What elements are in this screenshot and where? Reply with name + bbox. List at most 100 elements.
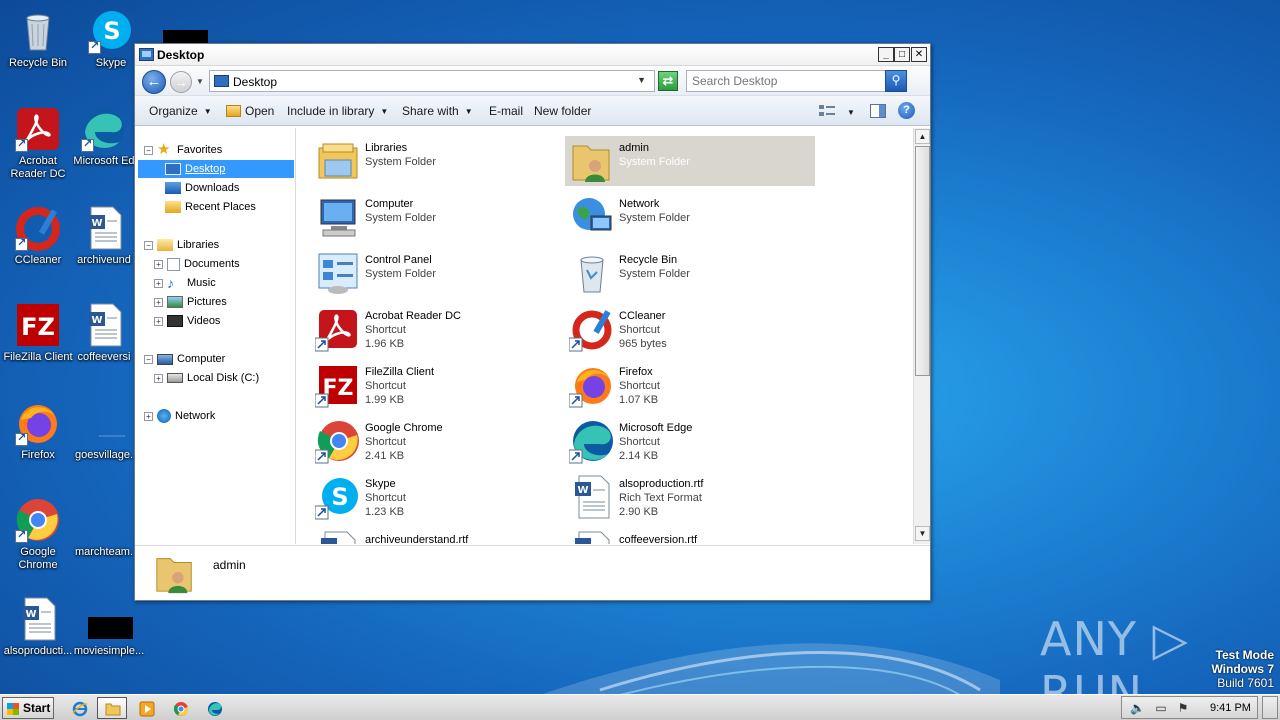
minimize-button[interactable]: _ (878, 47, 894, 62)
vertical-scrollbar[interactable]: ▲ ▼ (913, 128, 930, 544)
desktop-icon-firefox[interactable]: Firefox (0, 400, 76, 462)
nav-recent-places[interactable]: Recent Places (165, 198, 256, 216)
search-box: ⚲ (686, 70, 907, 92)
nav-local-disk-label: Local Disk (C:) (187, 372, 260, 384)
taskbar-edge[interactable] (199, 697, 229, 719)
nav-favorites[interactable]: − ★ Favorites (144, 141, 222, 159)
back-button[interactable]: ← (142, 70, 166, 94)
desktop-icon-filezilla[interactable]: FZ FileZilla Client (0, 302, 76, 364)
search-input[interactable] (687, 71, 883, 91)
taskbar-ie[interactable] (64, 697, 94, 719)
share-with-button[interactable]: Share with ▼ (402, 104, 473, 118)
network-tray-icon[interactable]: ▭ (1154, 701, 1168, 715)
preview-pane-button[interactable] (870, 104, 886, 121)
organize-button[interactable]: Organize ▼ (149, 104, 212, 118)
desktop-icon-moviesimple[interactable]: moviesimple... (73, 596, 145, 658)
svg-text:W: W (25, 609, 36, 620)
file-item-chrome[interactable]: Google Chrome Shortcut 2.41 KB (311, 416, 561, 466)
desktop-icon-edge[interactable]: Microsoft Ed (73, 106, 135, 168)
clock[interactable]: 9:41 PM (1210, 702, 1251, 714)
desktop-icon-coffeeversion[interactable]: W coffeeversi (73, 302, 135, 364)
file-item-archiveunderstand[interactable]: archiveunderstand.rtf (311, 528, 561, 544)
desktop-icon-acrobat[interactable]: Acrobat Reader DC (0, 106, 76, 181)
desktop-icon-chrome[interactable]: Google Chrome (0, 497, 76, 572)
desktop-icon-archiveund[interactable]: W archiveund (73, 205, 135, 267)
nav-documents[interactable]: + Documents (154, 255, 240, 273)
open-button[interactable]: Open (226, 104, 274, 118)
nav-music[interactable]: + ♪ Music (154, 274, 216, 292)
new-folder-button[interactable]: New folder (534, 104, 591, 118)
address-box[interactable]: Desktop ▼ (209, 70, 655, 92)
desktop-icon-goesvillage[interactable]: goesvillage. (73, 400, 135, 462)
scroll-thumb[interactable] (915, 146, 930, 376)
expand-icon[interactable]: + (154, 278, 163, 288)
scroll-up-button[interactable]: ▲ (915, 129, 930, 144)
recent-pages-dropdown[interactable]: ▼ (196, 77, 204, 86)
file-item-control-panel[interactable]: Control Panel System Folder (311, 248, 561, 298)
email-button[interactable]: E-mail (489, 104, 523, 118)
file-item-edge[interactable]: Microsoft Edge Shortcut 2.14 KB (565, 416, 815, 466)
expand-icon[interactable]: + (154, 373, 163, 383)
close-button[interactable]: ✕ (911, 47, 927, 62)
nav-libraries[interactable]: − Libraries (144, 236, 219, 254)
file-item-firefox[interactable]: Firefox Shortcut 1.07 KB (565, 360, 815, 410)
file-item-skype[interactable]: S Skype Shortcut 1.23 KB (311, 472, 561, 522)
desktop-icon-recycle-bin[interactable]: Recycle Bin (0, 8, 76, 70)
recycle-bin-icon (15, 8, 61, 54)
action-center-flag-icon[interactable]: ⚑ (1176, 701, 1190, 715)
maximize-button[interactable]: □ (894, 47, 910, 62)
file-item-coffeeversion[interactable]: coffeeversion.rtf (565, 528, 815, 544)
expand-icon[interactable]: + (154, 297, 163, 307)
nav-computer[interactable]: − Computer (144, 350, 225, 368)
nav-videos[interactable]: + Videos (154, 312, 220, 330)
collapse-icon[interactable]: − (144, 240, 153, 250)
nav-local-disk[interactable]: + Local Disk (C:) (154, 369, 259, 387)
shortcut-arrow-icon (15, 528, 28, 543)
libraries-icon (318, 143, 358, 179)
refresh-button[interactable]: ⇄ (658, 71, 678, 91)
nav-desktop[interactable]: Desktop (138, 160, 294, 178)
expand-icon[interactable]: + (154, 316, 163, 326)
filezilla-icon: FZ (15, 302, 61, 348)
file-item-ccleaner[interactable]: CCleaner Shortcut 965 bytes (565, 304, 815, 354)
nav-downloads[interactable]: Downloads (165, 179, 239, 197)
file-item-computer[interactable]: Computer System Folder (311, 192, 561, 242)
expand-icon[interactable]: + (154, 259, 163, 269)
file-item-alsoproduction[interactable]: W alsoproduction.rtf Rich Text Format 2.90… (565, 472, 815, 522)
address-dropdown-icon[interactable]: ▼ (637, 75, 646, 85)
title-bar[interactable]: Desktop _ □ ✕ (135, 44, 930, 66)
desktop-icon-ccleaner[interactable]: CCleaner (0, 205, 76, 267)
help-icon[interactable]: ? (898, 102, 915, 119)
taskbar-chrome[interactable] (165, 697, 195, 719)
nav-network[interactable]: + Network (144, 407, 215, 425)
file-item-libraries[interactable]: Libraries System Folder (311, 136, 561, 186)
collapse-icon[interactable]: − (144, 145, 153, 155)
blank-file-icon (86, 596, 132, 642)
file-item-network[interactable]: Network System Folder (565, 192, 815, 242)
volume-icon[interactable]: 🔈 (1130, 701, 1145, 715)
nav-pictures[interactable]: + Pictures (154, 293, 227, 311)
show-desktop-button[interactable] (1262, 696, 1278, 719)
explorer-window[interactable]: Desktop _ □ ✕ ← → ▼ Desktop ▼ ⇄ ⚲ Organi… (134, 43, 931, 601)
forward-button[interactable]: → (170, 71, 192, 93)
collapse-icon[interactable]: − (144, 354, 153, 364)
file-item-admin[interactable]: admin System Folder (565, 136, 815, 186)
start-button[interactable]: Start (2, 697, 54, 719)
chevron-down-icon: ▼ (203, 107, 212, 116)
file-item-recycle-bin[interactable]: Recycle Bin System Folder (565, 248, 815, 298)
search-icon[interactable]: ⚲ (885, 70, 907, 92)
shortcut-arrow-icon (15, 236, 28, 251)
scroll-down-button[interactable]: ▼ (915, 526, 930, 541)
file-type: Shortcut (365, 324, 406, 336)
taskbar-explorer[interactable] (97, 697, 127, 719)
expand-icon[interactable]: + (144, 411, 153, 421)
taskbar-media-player[interactable] (131, 697, 161, 719)
file-item-filezilla[interactable]: FZ FileZilla Client Shortcut 1.99 KB (311, 360, 561, 410)
file-item-acrobat[interactable]: Acrobat Reader DC Shortcut 1.96 KB (311, 304, 561, 354)
nav-favorites-label: Favorites (177, 144, 223, 156)
view-options-dropdown[interactable]: ▼ (847, 105, 855, 119)
desktop-icon-marchteam[interactable]: marchteam. (73, 497, 135, 559)
change-view-button[interactable] (819, 105, 835, 120)
include-in-library-button[interactable]: Include in library ▼ (287, 104, 388, 118)
desktop-icon-alsoproduction[interactable]: W alsoproducti... (0, 596, 76, 658)
